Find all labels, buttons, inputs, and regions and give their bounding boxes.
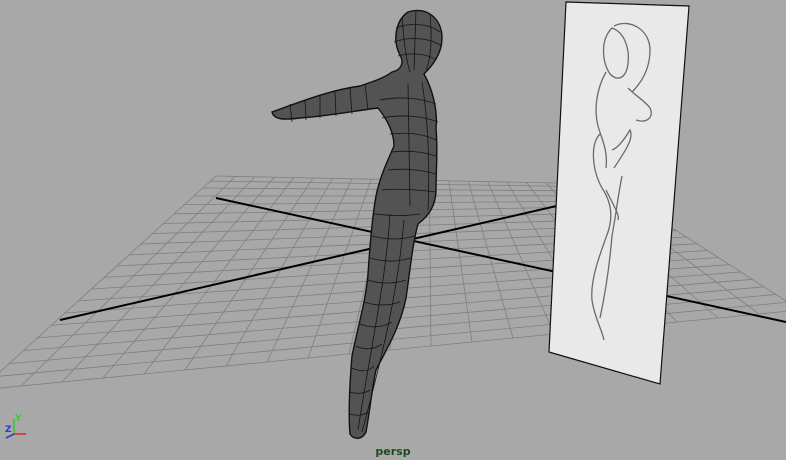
- grid-line: [61, 176, 256, 383]
- perspective-viewport[interactable]: Y Z persp: [0, 0, 786, 460]
- reference-image-plane[interactable]: [548, 1, 690, 385]
- y-axis-label: Y: [14, 414, 22, 424]
- grid-axis-line: [215, 197, 786, 323]
- grid-line: [225, 178, 333, 367]
- z-axis-label: Z: [5, 425, 12, 435]
- axis-orientation-gizmo: Y Z: [5, 414, 26, 439]
- camera-name-label: persp: [375, 445, 411, 458]
- grid-line: [448, 180, 473, 343]
- polygon-character-mesh[interactable]: [271, 9, 443, 439]
- grid-line: [467, 181, 514, 339]
- grid-line: [20, 176, 236, 387]
- viewport-scene[interactable]: [0, 0, 786, 460]
- grid-axis-line: [59, 195, 601, 321]
